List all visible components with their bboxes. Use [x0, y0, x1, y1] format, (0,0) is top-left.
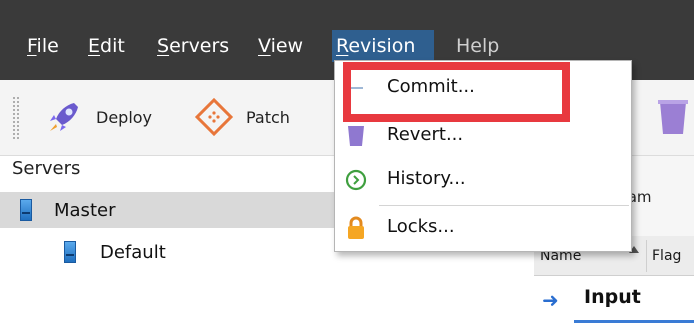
menu-help[interactable]: Help: [452, 30, 503, 62]
list-item-label: Input: [584, 286, 641, 308]
lock-icon: [343, 216, 369, 240]
revert-icon: [343, 124, 369, 148]
selection-underline: [574, 320, 694, 323]
menu-revision[interactable]: Revision: [332, 30, 434, 62]
tree-item-label: Master: [54, 199, 116, 221]
patch-label: Patch: [246, 107, 290, 127]
menu-item-commit[interactable]: Commit...: [335, 69, 631, 107]
column-flag[interactable]: Flag: [652, 248, 681, 264]
patch-icon: [194, 97, 234, 137]
menu-item-revert[interactable]: Revert...: [335, 117, 631, 155]
menu-item-history[interactable]: History...: [335, 161, 631, 199]
column-divider[interactable]: [646, 240, 647, 272]
list-item-input[interactable]: ➜ Input: [534, 276, 694, 326]
arrow-right-icon: ➜: [542, 288, 559, 312]
tree-item-default[interactable]: Default: [0, 234, 166, 270]
menu-item-locks[interactable]: Locks...: [335, 209, 631, 247]
servers-header: Servers: [12, 158, 81, 179]
server-icon: [20, 199, 32, 221]
menu-edit[interactable]: Edit: [84, 30, 129, 62]
commit-icon: [343, 76, 369, 100]
deploy-label: Deploy: [96, 107, 153, 127]
menu-view[interactable]: View: [254, 30, 307, 62]
deploy-button[interactable]: Deploy: [44, 94, 152, 140]
delete-button[interactable]: [656, 98, 690, 142]
server-icon: [64, 241, 76, 263]
menu-separator: [379, 205, 629, 206]
revision-dropdown-menu: Commit... Revert... History... Locks...: [334, 60, 632, 252]
toolbar-grip[interactable]: [12, 96, 20, 140]
patch-button[interactable]: Patch: [194, 94, 290, 140]
trash-icon: [656, 100, 690, 142]
history-icon: [343, 168, 369, 192]
tree-item-label: Default: [100, 241, 166, 263]
menu-servers[interactable]: Servers: [153, 30, 233, 62]
menu-file[interactable]: File: [23, 30, 63, 62]
rocket-icon: [44, 97, 84, 137]
